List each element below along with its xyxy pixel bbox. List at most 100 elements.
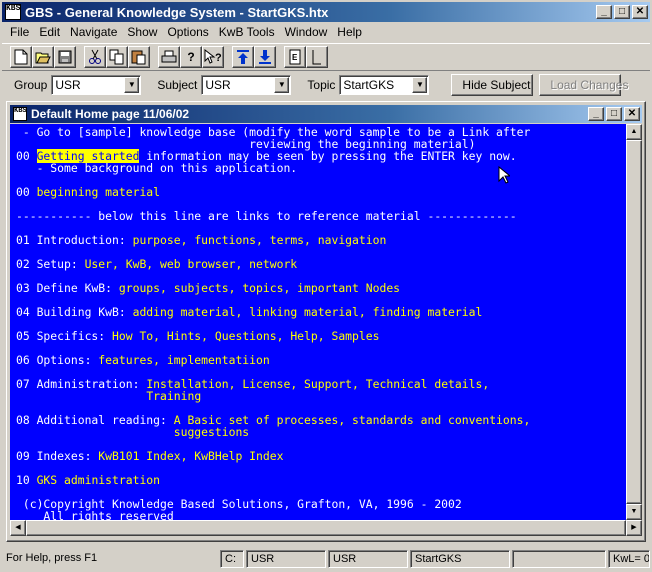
status-kwl: KwL= 0 <box>608 550 650 568</box>
hyperlink[interactable]: purpose, functions, terms, navigation <box>133 233 387 247</box>
scroll-left-icon[interactable]: ◀ <box>10 520 26 536</box>
context-help-icon[interactable]: ? <box>202 46 224 68</box>
status-bar: For Help, press F1 C: USR USR StartGKS K… <box>2 549 650 569</box>
group-dropdown-arrow-icon[interactable]: ▼ <box>124 77 140 93</box>
document-line: 03 Define KwB: groups, subjects, topics,… <box>16 282 622 294</box>
hyperlink[interactable]: How To, Hints, Questions, Help, Samples <box>112 329 379 343</box>
subject-select[interactable]: USR ▼ <box>201 75 292 95</box>
topic-select-value: StartGKS <box>343 78 395 92</box>
document-text: - Go to [sample] knowledge base (modify … <box>16 126 622 520</box>
app-title-bar[interactable]: KBS GBS - General Knowledge System - Sta… <box>2 2 650 22</box>
status-topic: StartGKS <box>410 550 510 568</box>
document-line: ----------- below this line are links to… <box>16 210 622 222</box>
line-text: All rights reserved <box>16 509 174 520</box>
line-text: 05 Specifics: <box>16 329 113 343</box>
horizontal-scrollbar[interactable]: ◀ ▶ <box>10 520 642 536</box>
menu-bar: File Edit Navigate Show Options KwB Tool… <box>2 22 650 41</box>
status-help-text: For Help, press F1 <box>6 552 98 564</box>
child-maximize-button[interactable]: □ <box>606 107 622 121</box>
scroll-right-icon[interactable]: ▶ <box>626 520 642 536</box>
document-line: 05 Specifics: How To, Hints, Questions, … <box>16 330 622 342</box>
app-icon[interactable]: KBS <box>5 4 21 20</box>
line-text: 06 Options: <box>16 353 99 367</box>
line-text: - Some background on this application. <box>16 161 298 175</box>
paste-icon[interactable] <box>128 46 150 68</box>
up-arrow-icon[interactable] <box>232 46 254 68</box>
document-line: 01 Introduction: purpose, functions, ter… <box>16 234 622 246</box>
save-icon[interactable] <box>54 46 76 68</box>
menu-options[interactable]: Options <box>163 25 212 39</box>
document-line: - Some background on this application. <box>16 162 622 174</box>
hyperlink[interactable]: beginning material <box>37 185 160 199</box>
hyperlink[interactable]: Training <box>146 389 201 403</box>
subject-dropdown-arrow-icon[interactable]: ▼ <box>274 77 290 93</box>
child-close-button[interactable]: ✕ <box>624 107 640 121</box>
maximize-button[interactable]: □ <box>614 5 630 19</box>
new-icon[interactable] <box>10 46 32 68</box>
horizontal-scroll-thumb[interactable] <box>26 520 626 536</box>
menu-kwb-tools[interactable]: KwB Tools <box>215 25 279 39</box>
document-content[interactable]: - Go to [sample] knowledge base (modify … <box>10 124 642 520</box>
line-text: 09 Indexes: <box>16 449 99 463</box>
down-arrow-icon[interactable] <box>254 46 276 68</box>
group-select[interactable]: USR ▼ <box>51 75 142 95</box>
child-title: Default Home page 11/06/02 <box>31 107 190 121</box>
line-text: 10 <box>16 473 37 487</box>
svg-text:E: E <box>292 53 298 62</box>
document-line: 06 Options: features, implementatiion <box>16 354 622 366</box>
child-app-icon[interactable]: KBS <box>13 107 27 121</box>
menu-show[interactable]: Show <box>123 25 161 39</box>
menu-edit[interactable]: Edit <box>35 25 64 39</box>
minimize-button[interactable]: _ <box>596 5 612 19</box>
topic-dropdown-arrow-icon[interactable]: ▼ <box>412 77 428 93</box>
document-line: 00 beginning material <box>16 186 622 198</box>
hyperlink[interactable]: KwB101 Index, KwBHelp Index <box>98 449 283 463</box>
cut-icon[interactable] <box>84 46 106 68</box>
print-icon[interactable] <box>158 46 180 68</box>
scroll-down-icon[interactable]: ▼ <box>626 504 642 520</box>
line-text: 00 <box>16 185 37 199</box>
document-line: Training <box>16 390 622 402</box>
line-text: ----------- below this line are links to… <box>16 209 517 223</box>
line-text: 04 Building KwB: <box>16 305 133 319</box>
document-line: 10 GKS administration <box>16 474 622 486</box>
copy-icon[interactable] <box>106 46 128 68</box>
status-subject: USR <box>328 550 408 568</box>
hide-subject-button[interactable]: Hide Subject <box>451 74 534 96</box>
line-text <box>16 389 146 403</box>
svg-text:?: ? <box>215 52 222 64</box>
selector-bar: Group USR ▼ Subject USR ▼ Topic StartGKS… <box>2 72 650 98</box>
vertical-scrollbar[interactable]: ▲ ▼ <box>626 124 642 520</box>
hyperlink[interactable]: suggestions <box>174 425 249 439</box>
page-icon[interactable]: E <box>284 46 306 68</box>
vertical-scroll-thumb[interactable] <box>626 140 642 504</box>
line-text: 03 Define KwB: <box>16 281 119 295</box>
subject-label: Subject <box>157 78 198 92</box>
menu-help[interactable]: Help <box>333 25 366 39</box>
topic-select[interactable]: StartGKS ▼ <box>339 75 430 95</box>
child-title-bar[interactable]: KBS Default Home page 11/06/02 _ □ ✕ <box>10 105 642 123</box>
hyperlink[interactable]: groups, subjects, topics, important Node… <box>119 281 400 295</box>
group-select-value: USR <box>55 78 81 92</box>
scroll-up-icon[interactable]: ▲ <box>626 124 642 140</box>
blank-page-icon[interactable] <box>306 46 328 68</box>
line-text: 02 Setup: <box>16 257 85 271</box>
line-text: 01 Introduction: <box>16 233 133 247</box>
help-icon[interactable]: ? <box>180 46 202 68</box>
menu-file[interactable]: File <box>6 25 33 39</box>
hyperlink[interactable]: features, implementatiion <box>98 353 269 367</box>
document-line: suggestions <box>16 426 622 438</box>
hyperlink[interactable]: GKS administration <box>37 473 160 487</box>
group-label: Group <box>14 78 48 92</box>
hyperlink[interactable]: adding material, linking material, findi… <box>133 305 483 319</box>
document-line: 04 Building KwB: adding material, linkin… <box>16 306 622 318</box>
load-changes-button[interactable]: Load Changes <box>539 74 628 96</box>
app-title: GBS - General Knowledge System - StartGK… <box>25 4 329 20</box>
menu-window[interactable]: Window <box>281 25 332 39</box>
menu-navigate[interactable]: Navigate <box>66 25 121 39</box>
open-icon[interactable] <box>32 46 54 68</box>
close-button[interactable]: ✕ <box>632 5 648 19</box>
hyperlink[interactable]: User, KwB, web browser, network <box>85 257 298 271</box>
child-minimize-button[interactable]: _ <box>588 107 604 121</box>
line-text <box>16 425 174 439</box>
